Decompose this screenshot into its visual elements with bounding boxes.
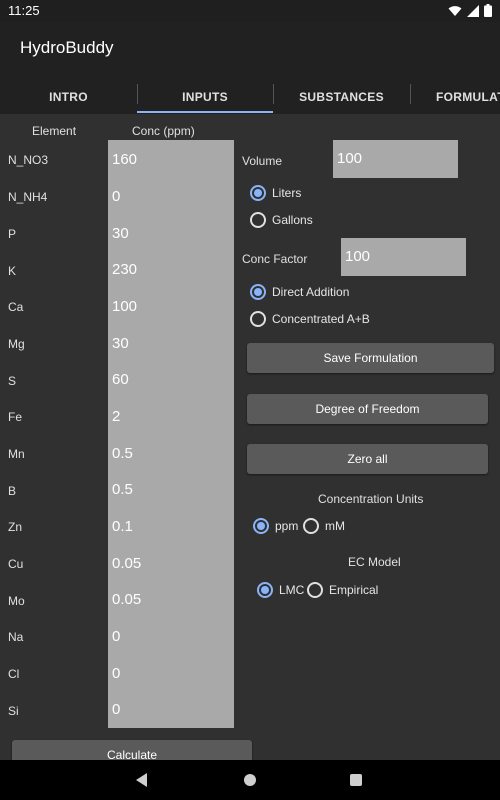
direct-addition-radio[interactable]: Direct Addition [250,284,349,300]
conc-input-p[interactable]: 30 [112,225,129,242]
element-label-s: S [8,374,17,388]
status-bar: 11:25 [0,0,500,22]
zero-all-button[interactable]: Zero all [247,444,488,474]
conc-input-cu[interactable]: 0.05 [112,555,141,572]
conc-input-si[interactable]: 0 [112,701,120,718]
element-label-cu: Cu [8,557,24,571]
radio-unchecked-icon [307,582,323,598]
tab-formulations[interactable]: FORMULATI [410,80,500,114]
element-label-n-nh4: N_NH4 [8,190,48,204]
radio-unchecked-icon [303,518,319,534]
concentrated-label: Concentrated A+B [272,312,370,326]
element-label-k: K [8,264,17,278]
tab-intro[interactable]: INTRO [0,80,137,114]
conc-input-s[interactable]: 60 [112,371,129,388]
liters-radio[interactable]: Liters [250,185,301,201]
gallons-radio[interactable]: Gallons [250,212,313,228]
ppm-label: ppm [275,519,299,533]
element-label-cl: Cl [8,667,20,681]
conc-input-fe[interactable]: 2 [112,408,120,425]
radio-checked-icon [257,582,273,598]
ec-model-label: EC Model [348,555,401,569]
lmc-radio[interactable]: LMC [257,582,304,598]
tab-bar: INTRO INPUTS SUBSTANCES FORMULATI [0,80,500,114]
app-bar: HydroBuddy [0,22,500,80]
conc-input-na[interactable]: 0 [112,628,120,645]
conc-input-mo[interactable]: 0.05 [112,591,141,608]
wifi-icon [448,5,462,16]
status-icons [448,4,492,17]
conc-factor-label: Conc Factor [242,252,308,266]
radio-unchecked-icon [250,212,266,228]
degree-of-freedom-button[interactable]: Degree of Freedom [247,394,488,424]
element-label-si: Si [8,704,19,718]
element-label-mn: Mn [8,447,25,461]
save-formulation-button[interactable]: Save Formulation [247,343,494,373]
back-icon[interactable] [136,773,147,787]
conc-input-n-no3[interactable]: 160 [112,151,137,168]
conc-factor-input[interactable]: 100 [341,238,466,276]
conc-input-zn[interactable]: 0.1 [112,518,133,535]
mm-label: mM [325,519,345,533]
conc-column-header: Conc (ppm) [132,124,195,138]
radio-checked-icon [250,284,266,300]
gallons-label: Gallons [272,213,313,227]
tab-substances[interactable]: SUBSTANCES [273,80,410,114]
status-time: 11:25 [8,3,40,18]
home-icon[interactable] [244,774,256,786]
tab-inputs[interactable]: INPUTS [137,80,273,114]
app-title: HydroBuddy [20,38,114,57]
element-label-fe: Fe [8,410,23,424]
conc-input-k[interactable]: 230 [112,261,137,278]
recent-apps-icon[interactable] [350,774,362,786]
lmc-label: LMC [279,583,305,597]
element-label-mo: Mo [8,594,25,608]
concentration-units-label: Concentration Units [318,492,424,506]
volume-input[interactable]: 100 [333,140,458,178]
element-label-zn: Zn [8,520,23,534]
conc-input-cl[interactable]: 0 [112,665,120,682]
conc-input-ca[interactable]: 100 [112,298,137,315]
concentrated-radio[interactable]: Concentrated A+B [250,311,370,327]
conc-input-mn[interactable]: 0.5 [112,445,133,462]
battery-icon [484,4,492,17]
volume-label: Volume [242,154,283,168]
cell-signal-icon [467,4,479,17]
conc-input-b[interactable]: 0.5 [112,481,133,498]
radio-unchecked-icon [250,311,266,327]
conc-input-mg[interactable]: 30 [112,335,129,352]
selected-tab-indicator [137,111,273,113]
empirical-radio[interactable]: Empirical [307,582,378,598]
element-label-mg: Mg [8,337,25,351]
element-label-na: Na [8,630,24,644]
direct-addition-label: Direct Addition [272,285,350,299]
element-label-ca: Ca [8,300,24,314]
element-label-p: P [8,227,17,241]
mm-radio[interactable]: mM [303,518,345,534]
radio-checked-icon [253,518,269,534]
conc-input-n-nh4[interactable]: 0 [112,188,120,205]
system-nav-bar [0,760,500,800]
empirical-label: Empirical [329,583,379,597]
radio-checked-icon [250,185,266,201]
element-label-n-no3: N_NO3 [8,153,49,167]
element-column-header: Element [32,124,77,138]
liters-label: Liters [272,186,302,200]
element-label-b: B [8,484,17,498]
ppm-radio[interactable]: ppm [253,518,298,534]
